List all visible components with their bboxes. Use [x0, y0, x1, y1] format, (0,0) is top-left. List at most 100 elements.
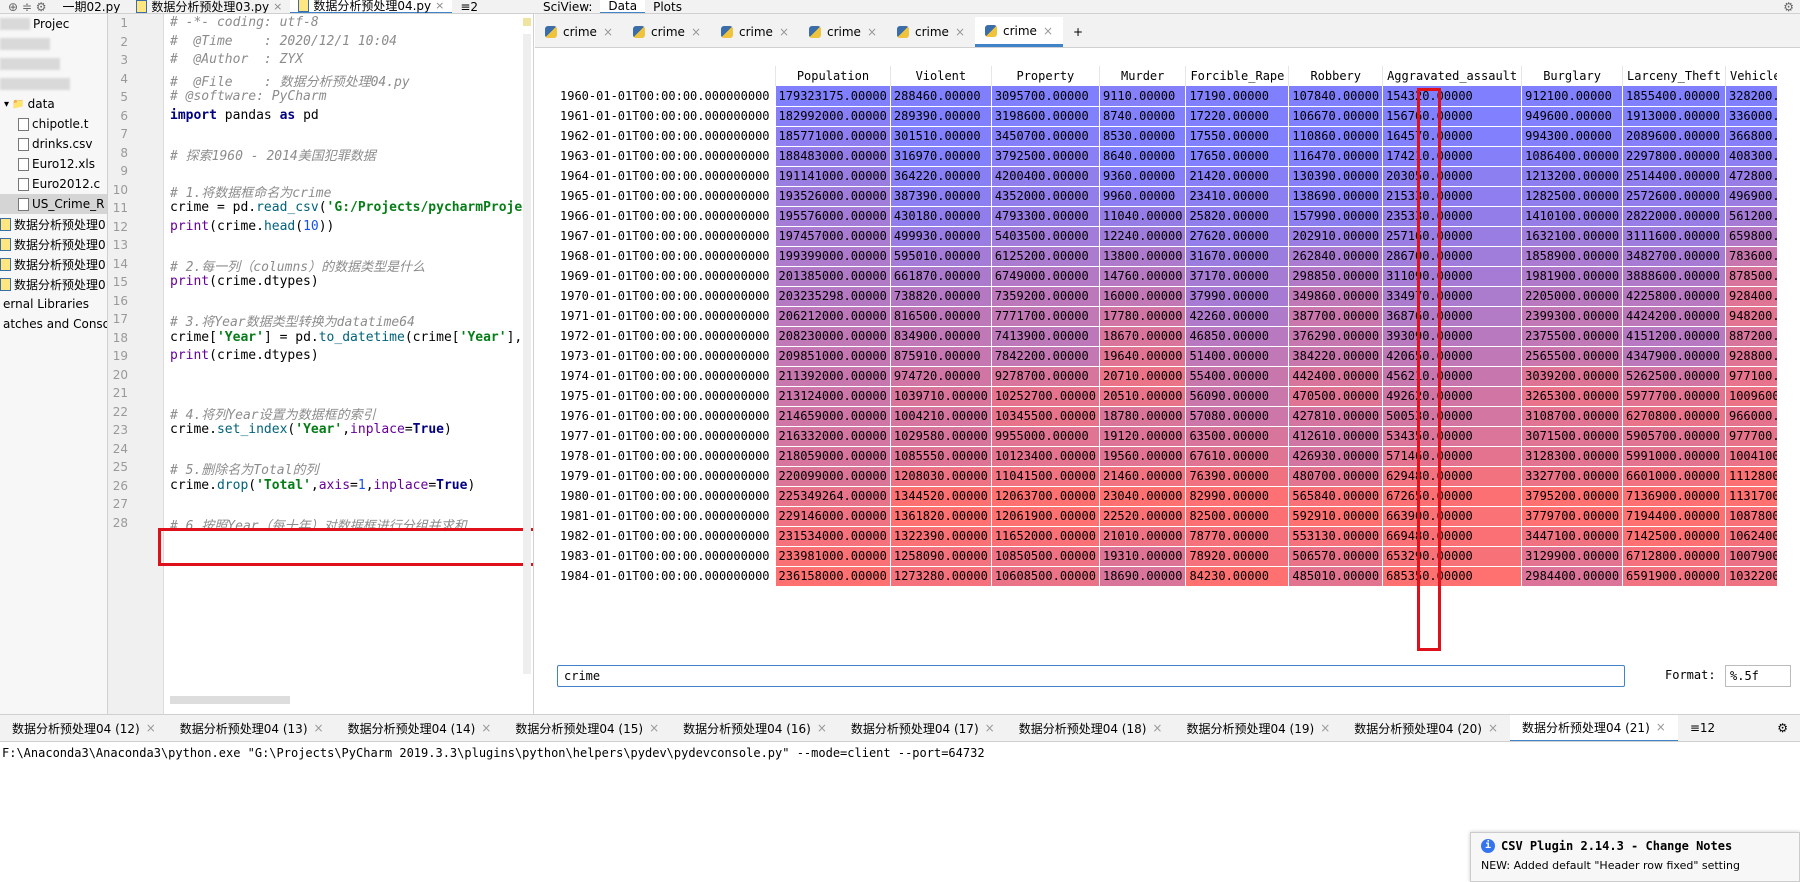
table-cell[interactable]: 42260.00000	[1185, 306, 1290, 327]
table-cell[interactable]: 63500.00000	[1185, 426, 1290, 447]
table-cell[interactable]: 157990.00000	[1288, 206, 1384, 227]
column-header[interactable]: Population	[775, 66, 891, 86]
code-editor[interactable]: 1 2 3 4 5 6 7 8 9 10 11 12 13 14 15 16 17 18 19 20 21 22 23 24 2…	[108, 14, 534, 714]
table-cell[interactable]: 1855400.00000	[1622, 86, 1726, 107]
close-icon[interactable]: ×	[146, 721, 156, 735]
table-cell[interactable]: 14760.00000	[1099, 266, 1187, 287]
column-header[interactable]: Aggravated_assault	[1382, 66, 1523, 86]
table-row[interactable]: 1960-01-01T00:00:00.000000000 179323175.0…	[557, 86, 1777, 107]
table-cell[interactable]: 18780.00000	[1099, 406, 1187, 427]
code-line[interactable]: crime.set_index('Year',inplace=True)	[170, 422, 452, 437]
tree-item[interactable]: 数据分析预处理0	[0, 214, 107, 234]
table-cell[interactable]: 301510.00000	[890, 126, 992, 147]
code-line[interactable]: # 5.删除名为Total的列	[170, 459, 318, 478]
table-cell[interactable]: 2984400.00000	[1521, 566, 1624, 587]
table-row[interactable]: 1966-01-01T00:00:00.000000000 195576000.0…	[557, 206, 1777, 227]
table-cell[interactable]: 216332000.00000	[775, 426, 891, 447]
table-cell[interactable]: 1344520.00000	[890, 486, 992, 507]
table-cell[interactable]: 57080.00000	[1185, 406, 1290, 427]
column-header[interactable]: Murder	[1099, 66, 1187, 86]
table-cell[interactable]: 5905700.00000	[1622, 426, 1726, 447]
table-cell[interactable]: 1273280.00000	[890, 566, 992, 587]
table-cell[interactable]: 887200.00	[1725, 326, 1777, 347]
table-cell[interactable]: 154320.00000	[1382, 86, 1523, 107]
table-cell[interactable]: 1410100.00000	[1521, 206, 1624, 227]
table-cell[interactable]: 3482700.00000	[1622, 246, 1726, 267]
dataframe-grid[interactable]: Population Violent Property Murder Forcible_…	[557, 66, 1777, 632]
table-cell[interactable]: 2205000.00000	[1521, 286, 1624, 307]
table-cell[interactable]: 188483000.00000	[775, 146, 891, 167]
table-cell[interactable]: 4424200.00000	[1622, 306, 1726, 327]
table-cell[interactable]: 928800.00	[1725, 346, 1777, 367]
close-icon[interactable]: ×	[1656, 720, 1666, 734]
table-cell[interactable]: 17550.00000	[1185, 126, 1290, 147]
code-line[interactable]: import pandas as pd	[170, 108, 319, 123]
table-cell[interactable]: 1258090.00000	[890, 546, 992, 567]
table-cell[interactable]: 76390.00000	[1185, 466, 1290, 487]
table-row[interactable]: 1964-01-01T00:00:00.000000000 191141000.0…	[557, 166, 1777, 187]
code-line[interactable]: # 探索1960 - 2014美国犯罪数据	[170, 145, 376, 164]
table-cell[interactable]: 10252700.00000	[991, 386, 1100, 407]
tree-item[interactable]: Euro2012.c	[0, 174, 107, 194]
table-cell[interactable]: 663900.00000	[1382, 506, 1523, 527]
table-cell[interactable]: 412610.00000	[1288, 426, 1384, 447]
table-cell[interactable]: 18690.00000	[1099, 566, 1187, 587]
table-cell[interactable]: 912100.00000	[1521, 86, 1624, 107]
table-cell[interactable]: 2514400.00000	[1622, 166, 1726, 187]
table-cell[interactable]: 25820.00000	[1185, 206, 1290, 227]
table-cell[interactable]: 289390.00000	[890, 106, 992, 127]
table-row[interactable]: 1979-01-01T00:00:00.000000000 220099000.0…	[557, 466, 1777, 487]
code-line[interactable]: # @software: PyCharm	[170, 89, 327, 104]
dataframe-tab[interactable]: crime ×	[535, 17, 623, 47]
close-icon[interactable]: ×	[1320, 721, 1330, 735]
code-line[interactable]: # @Author : ZYX	[170, 52, 303, 67]
table-cell[interactable]: 816500.00000	[890, 306, 992, 327]
table-row[interactable]: 1983-01-01T00:00:00.000000000 233981000.0…	[557, 546, 1777, 567]
console-tab[interactable]: 数据分析预处理04 (20) ×	[1342, 715, 1510, 741]
table-cell[interactable]: 661870.00000	[890, 266, 992, 287]
close-icon[interactable]: ×	[955, 25, 965, 39]
table-cell[interactable]: 472800.00	[1725, 166, 1777, 187]
table-cell[interactable]: 7842200.00000	[991, 346, 1100, 367]
table-cell[interactable]: 78770.00000	[1185, 526, 1290, 547]
close-icon[interactable]: ×	[481, 721, 491, 735]
table-cell[interactable]: 229146000.00000	[775, 506, 891, 527]
table-cell[interactable]: 1913000.00000	[1622, 106, 1726, 127]
table-cell[interactable]: 138690.00000	[1288, 186, 1384, 207]
table-cell[interactable]: 974720.00000	[890, 366, 992, 387]
table-cell[interactable]: 3095700.00000	[991, 86, 1100, 107]
table-cell[interactable]: 55400.00000	[1185, 366, 1290, 387]
dataframe-tab[interactable]: crime ×	[711, 17, 799, 47]
tree-item[interactable]: drinks.csv	[0, 134, 107, 154]
table-cell[interactable]: 23040.00000	[1099, 486, 1187, 507]
table-cell[interactable]: 7359200.00000	[991, 286, 1100, 307]
table-cell[interactable]: 164570.00000	[1382, 126, 1523, 147]
table-cell[interactable]: 130390.00000	[1288, 166, 1384, 187]
table-cell[interactable]: 6749000.00000	[991, 266, 1100, 287]
table-cell[interactable]: 2089600.00000	[1622, 126, 1726, 147]
table-cell[interactable]: 387390.00000	[890, 186, 992, 207]
table-cell[interactable]: 4347900.00000	[1622, 346, 1726, 367]
table-cell[interactable]: 485010.00000	[1288, 566, 1384, 587]
table-cell[interactable]: 1032200.0	[1725, 566, 1777, 587]
table-cell[interactable]: 2399300.00000	[1521, 306, 1624, 327]
table-cell[interactable]: 11652000.00000	[991, 526, 1100, 547]
table-cell[interactable]: 629480.00000	[1382, 466, 1523, 487]
table-cell[interactable]: 8740.00000	[1099, 106, 1187, 127]
code-line[interactable]: # 1.将数据框命名为crime	[170, 182, 331, 201]
table-cell[interactable]: 12061900.00000	[991, 506, 1100, 527]
table-cell[interactable]: 500530.00000	[1382, 406, 1523, 427]
table-cell[interactable]: 1062400.0	[1725, 526, 1777, 547]
table-cell[interactable]: 349860.00000	[1288, 286, 1384, 307]
editor-tab-overflow[interactable]: ≡2	[452, 0, 486, 13]
close-icon[interactable]: ×	[691, 25, 701, 39]
code-line[interactable]: # @File : 数据分析预处理04.py	[170, 71, 410, 90]
table-cell[interactable]: 19120.00000	[1099, 426, 1187, 447]
table-cell[interactable]: 426930.00000	[1288, 446, 1384, 467]
table-cell[interactable]: 966000.00	[1725, 406, 1777, 427]
table-cell[interactable]: 6591900.00000	[1622, 566, 1726, 587]
table-cell[interactable]: 6270800.00000	[1622, 406, 1726, 427]
table-cell[interactable]: 3779700.00000	[1521, 506, 1624, 527]
editor-tab-2[interactable]: 数据分析预处理04.py ×	[290, 0, 453, 13]
close-icon[interactable]: ×	[1043, 24, 1053, 38]
